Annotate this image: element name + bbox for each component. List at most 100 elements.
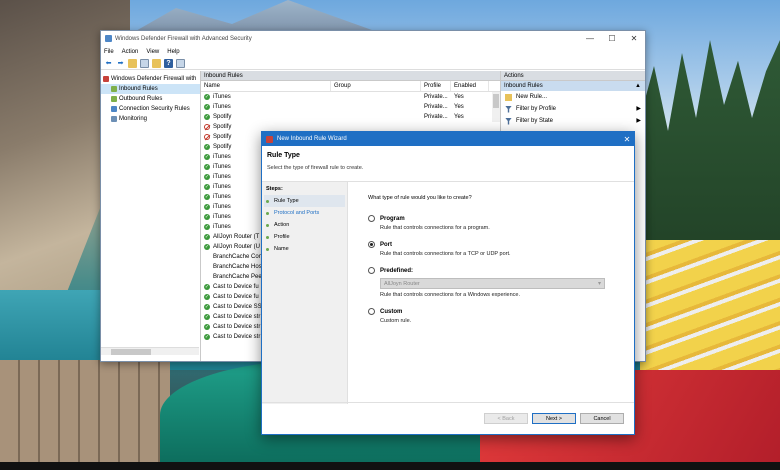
column-group[interactable]: Group [331, 81, 421, 91]
step-bullet-icon [266, 211, 269, 215]
option-custom: Custom Custom rule. [368, 308, 634, 324]
tree-horizontal-scrollbar[interactable] [101, 347, 199, 355]
step-protocol-and-ports[interactable]: Protocol and Ports [264, 207, 345, 219]
submenu-arrow-icon: ▶ [636, 106, 641, 112]
firewall-icon [266, 135, 273, 143]
table-row[interactable]: ✓ iTunes Private... Yes [201, 102, 500, 112]
rule-name: iTunes [213, 174, 231, 180]
rule-group [331, 112, 421, 122]
allow-check-icon: ✓ [204, 184, 210, 190]
monitoring-icon [111, 116, 117, 122]
wizard-close-button[interactable]: ✕ [620, 135, 634, 144]
menu-action[interactable]: Action [122, 49, 139, 55]
rule-name: BranchCache Hos [213, 264, 262, 270]
rule-profile: Private... [424, 114, 448, 120]
rule-name: BranchCache Con [213, 254, 263, 260]
wizard-titlebar[interactable]: New Inbound Rule Wizard ✕ [262, 132, 634, 146]
block-icon [204, 134, 210, 140]
tree-item-inbound-rules[interactable]: Inbound Rules [101, 84, 200, 94]
table-row[interactable]: ✓ iTunes Private... Yes [201, 92, 500, 102]
rule-icon [204, 264, 210, 270]
tree-item-outbound-rules[interactable]: Outbound Rules [101, 94, 200, 104]
rule-profile: Private... [424, 104, 448, 110]
program-radio[interactable] [368, 215, 375, 222]
rule-name: Spotify [213, 124, 232, 130]
step-bullet-icon [266, 223, 269, 227]
allow-check-icon: ✓ [204, 174, 210, 180]
properties-icon[interactable] [176, 58, 185, 68]
tree-item-monitoring[interactable]: Monitoring [101, 114, 200, 124]
allow-check-icon: ✓ [204, 224, 210, 230]
next-button[interactable]: Next > [532, 413, 576, 424]
close-button[interactable]: ✕ [623, 34, 645, 43]
rule-name: BranchCache Pee [213, 274, 262, 280]
cancel-button[interactable]: Cancel [580, 413, 624, 424]
column-enabled[interactable]: Enabled [451, 81, 489, 91]
rule-enabled: Yes [454, 94, 464, 100]
rule-name: Cast to Device str [213, 334, 261, 340]
step-bullet-icon [266, 247, 269, 251]
rule-icon [204, 254, 210, 260]
export-list-icon[interactable] [152, 58, 161, 68]
menu-view[interactable]: View [146, 49, 159, 55]
menu-bar: File Action View Help [101, 46, 645, 57]
forward-arrow-icon[interactable]: ➡ [116, 59, 125, 68]
help-icon[interactable]: ? [164, 58, 173, 68]
show-hide-tree-icon[interactable] [140, 58, 149, 68]
list-vertical-scrollbar[interactable] [492, 92, 500, 122]
rule-name: iTunes [213, 154, 231, 160]
menu-help[interactable]: Help [167, 49, 179, 55]
allow-check-icon: ✓ [204, 234, 210, 240]
table-row[interactable]: ✓ Spotify Private... Yes [201, 112, 500, 122]
port-radio[interactable] [368, 241, 375, 248]
rule-name: Cast to Device str [213, 314, 261, 320]
action-new-rule[interactable]: New Rule... [501, 91, 645, 103]
rule-profile: Private... [424, 94, 448, 100]
step-action[interactable]: Action [264, 219, 345, 231]
action-filter-by-state[interactable]: Filter by State ▶ [501, 115, 645, 127]
filter-icon [505, 105, 512, 113]
allow-check-icon: ✓ [204, 154, 210, 160]
wizard-steps: Steps: Rule Type Protocol and Ports Acti… [262, 182, 348, 404]
maximize-button[interactable]: ☐ [601, 34, 623, 43]
allow-check-icon: ✓ [204, 244, 210, 250]
column-name[interactable]: Name [201, 81, 331, 91]
wallpaper-dock [0, 360, 170, 470]
back-button[interactable]: < Back [484, 413, 528, 424]
custom-radio[interactable] [368, 308, 375, 315]
wizard-header: Rule Type Select the type of firewall ru… [262, 146, 634, 182]
step-profile[interactable]: Profile [264, 231, 345, 243]
allow-check-icon: ✓ [204, 164, 210, 170]
up-folder-icon[interactable] [128, 58, 137, 68]
rule-name: iTunes [213, 164, 231, 170]
new-rule-icon [505, 93, 512, 101]
allow-check-icon: ✓ [204, 204, 210, 210]
tree-item-connection-security-rules[interactable]: Connection Security Rules [101, 104, 200, 114]
taskbar[interactable] [0, 462, 780, 470]
step-rule-type[interactable]: Rule Type [264, 195, 345, 207]
option-program: Program Rule that controls connections f… [368, 215, 634, 231]
inbound-rules-icon [111, 86, 117, 92]
submenu-arrow-icon: ▶ [636, 118, 641, 124]
window-titlebar[interactable]: Windows Defender Firewall with Advanced … [101, 31, 645, 46]
option-port: Port Rule that controls connections for … [368, 241, 634, 257]
actions-section-inbound-rules[interactable]: Inbound Rules ▲ [501, 81, 645, 91]
menu-file[interactable]: File [104, 49, 114, 55]
rule-enabled: Yes [454, 104, 464, 110]
tree-root[interactable]: Windows Defender Firewall with [101, 74, 200, 84]
collapse-icon[interactable]: ▲ [635, 81, 641, 91]
minimize-button[interactable]: — [579, 34, 601, 43]
predefined-select[interactable]: AllJoyn Router ▾ [380, 278, 605, 289]
predefined-radio[interactable] [368, 267, 375, 274]
connection-security-icon [111, 106, 117, 112]
window-title: Windows Defender Firewall with Advanced … [115, 35, 252, 42]
back-arrow-icon[interactable]: ⬅ [104, 59, 113, 68]
chevron-down-icon: ▾ [597, 281, 601, 287]
rule-name: AllJoyn Router (T [213, 234, 260, 240]
column-profile[interactable]: Profile [421, 81, 451, 91]
action-filter-by-profile[interactable]: Filter by Profile ▶ [501, 103, 645, 115]
step-name[interactable]: Name [264, 243, 345, 255]
new-inbound-rule-wizard: New Inbound Rule Wizard ✕ Rule Type Sele… [261, 131, 635, 435]
rule-name: Spotify [213, 134, 232, 140]
rule-type-question: What type of rule would you like to crea… [368, 195, 472, 201]
